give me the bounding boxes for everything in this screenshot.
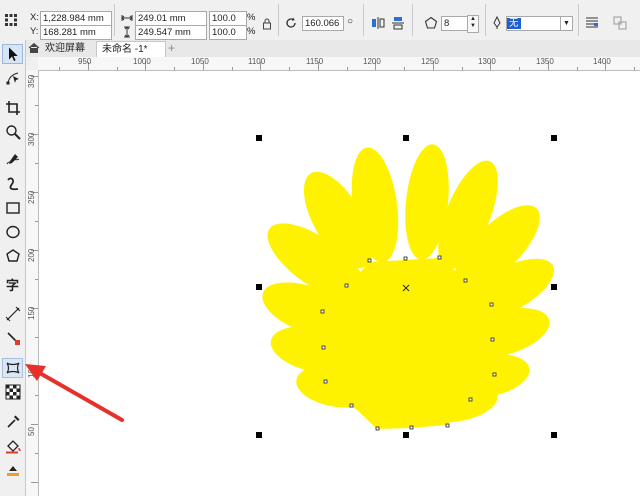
crop-tool[interactable]	[2, 98, 23, 118]
mirror-horizontal-icon[interactable]	[370, 15, 386, 31]
ruler-label: 350	[27, 74, 36, 88]
dimension-line-icon	[5, 306, 20, 322]
ruler-label: 1200	[363, 57, 381, 66]
artistic-media-tool[interactable]	[2, 174, 23, 194]
parallel-dimension-tool[interactable]	[2, 304, 23, 324]
y-position-field[interactable]: 168.281 mm	[40, 25, 112, 40]
x-position-field[interactable]: 1,228.984 mm	[40, 11, 112, 26]
smart-fill-icon	[6, 466, 19, 476]
home-icon[interactable]	[28, 42, 40, 57]
ruler-label: 950	[78, 57, 92, 66]
outline-pen-icon	[489, 15, 505, 31]
outline-width-select[interactable]: 无	[506, 16, 564, 31]
ruler-label: 1000	[133, 57, 151, 66]
envelope-distort-icon	[5, 362, 20, 374]
vertical-ruler[interactable]: 350 300 250 200 150 100 50	[26, 70, 39, 496]
rotation-angle-field[interactable]: 160.066	[302, 16, 344, 31]
separator	[578, 4, 579, 36]
eyedropper-tool[interactable]	[2, 412, 23, 432]
percent-label: %	[247, 12, 256, 23]
scale-height-field[interactable]: 100.0	[209, 25, 247, 40]
smart-fill-tool[interactable]	[2, 460, 23, 480]
polygon-tool-icon	[5, 249, 20, 262]
connector-icon	[6, 332, 20, 345]
ruler-label: 1150	[306, 57, 324, 66]
scale-width-field[interactable]: 100.0	[209, 11, 247, 26]
rectangle-icon	[5, 202, 20, 214]
property-bar: X: 1,228.984 mm Y: 168.281 mm 249.01 mm …	[0, 0, 640, 41]
horizontal-ruler[interactable]: 950 1000 1050 1100 1150 1200 1250 1300 1…	[38, 57, 640, 71]
object-origin-icon[interactable]	[3, 12, 19, 28]
ruler-label: 50	[27, 427, 36, 436]
drawing-canvas[interactable]	[39, 71, 640, 496]
text-tool[interactable]: 字	[2, 274, 23, 294]
ruler-label: 100	[27, 364, 36, 378]
brush-curve-icon	[6, 177, 18, 191]
ruler-label: 300	[27, 132, 36, 146]
polygon-tool[interactable]	[2, 246, 23, 266]
chevron-down-icon[interactable]: ▼	[560, 16, 573, 31]
ruler-label: 1300	[478, 57, 496, 66]
tab-untitled-document[interactable]: 未命名 -1*	[96, 41, 166, 57]
pick-tool[interactable]	[2, 44, 23, 64]
shape-tool[interactable]	[2, 68, 23, 88]
freehand-icon	[6, 154, 19, 165]
rectangle-tool[interactable]	[2, 198, 23, 218]
height-icon	[119, 24, 135, 40]
ruler-label: 1250	[421, 57, 439, 66]
polygon-icon	[423, 15, 439, 31]
x-label: X:	[30, 12, 39, 23]
freehand-tool[interactable]	[2, 150, 23, 170]
separator	[485, 4, 486, 36]
separator	[278, 4, 279, 36]
ruler-label: 1100	[248, 57, 266, 66]
width-field[interactable]: 249.01 mm	[135, 11, 207, 26]
checkerboard-icon	[5, 384, 20, 400]
ruler-label: 250	[27, 190, 36, 204]
ellipse-icon	[5, 225, 20, 239]
transparency-tool[interactable]	[2, 382, 23, 402]
polygon-sides-field[interactable]: 8	[441, 16, 469, 31]
ruler-label: 1350	[536, 57, 554, 66]
mirror-vertical-icon[interactable]	[390, 15, 406, 31]
add-tab-button[interactable]: +	[163, 41, 180, 56]
ruler-label: 200	[27, 248, 36, 262]
convert-curves-icon[interactable]	[612, 15, 628, 31]
paint-bucket-icon	[5, 440, 21, 454]
wrap-paragraph-icon[interactable]	[584, 15, 600, 31]
rotate-icon	[283, 15, 299, 31]
outline-width-value: 无	[507, 18, 521, 29]
lock-ratio-icon[interactable]	[259, 16, 275, 32]
shape-node-icon	[6, 72, 19, 85]
separator	[363, 4, 364, 36]
y-label: Y:	[30, 26, 39, 37]
toolbox: 字	[0, 40, 26, 496]
zoom-tool[interactable]	[2, 122, 23, 142]
envelope-tool[interactable]	[2, 358, 23, 378]
crop-icon	[5, 101, 20, 115]
tab-welcome-screen[interactable]: 欢迎屏幕	[40, 41, 90, 56]
connector-tool[interactable]	[2, 328, 23, 348]
ruler-label: 1400	[593, 57, 611, 66]
ellipse-tool[interactable]	[2, 222, 23, 242]
cursor-arrow-icon	[8, 47, 18, 61]
sides-spinner[interactable]: ▲ ▼	[467, 15, 479, 33]
magnifier-icon	[5, 125, 21, 140]
eyedropper-icon	[6, 415, 19, 428]
height-field[interactable]: 249.547 mm	[135, 25, 207, 40]
separator	[412, 4, 413, 36]
interactive-fill-tool[interactable]	[2, 436, 23, 456]
separator	[114, 4, 115, 36]
percent-label: %	[247, 26, 256, 37]
document-tab-bar: 欢迎屏幕 未命名 -1* +	[0, 40, 640, 58]
ruler-label: 150	[27, 306, 36, 320]
ruler-label: 1050	[191, 57, 209, 66]
degree-label: ○	[347, 16, 354, 27]
